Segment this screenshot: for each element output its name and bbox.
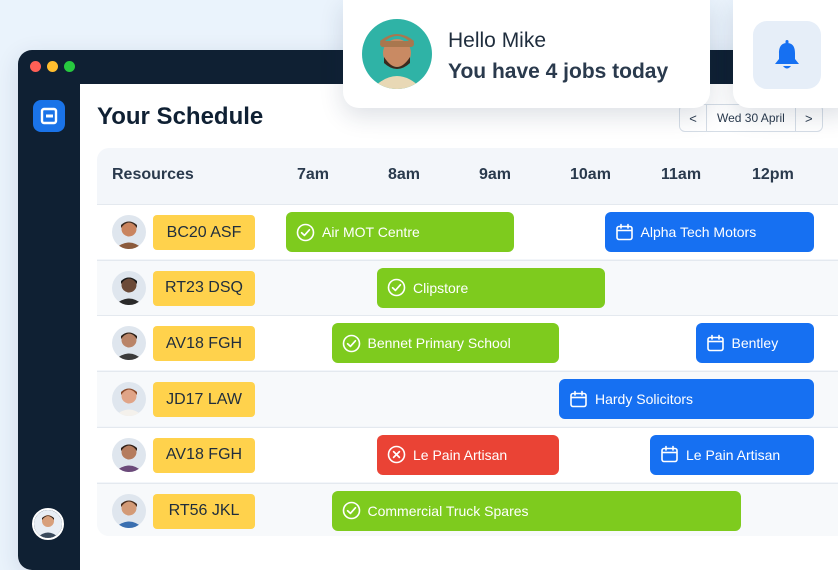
resource-avatar[interactable]: [112, 382, 146, 417]
job-block-completed[interactable]: Commercial Truck Spares: [331, 490, 741, 531]
schedule-row: BC20 ASF Air MOT Centre Alpha Tech Motors: [97, 204, 838, 259]
check-circle-icon: [342, 334, 361, 353]
notification-card[interactable]: Hello Mike You have 4 jobs today: [343, 0, 710, 108]
resource-avatar[interactable]: [112, 326, 146, 361]
notifications-card[interactable]: [733, 0, 838, 108]
job-block-scheduled[interactable]: Bentley: [695, 323, 814, 364]
job-label: Le Pain Artisan: [413, 446, 508, 463]
schedule-board: Resources 7am 8am 9am 10am 11am 12pm BC2…: [97, 148, 838, 536]
hour-label: 8am: [388, 166, 421, 183]
schedule-row: AV18 FGH Bennet Primary School Bentley: [97, 315, 838, 371]
check-circle-icon: [296, 223, 315, 242]
job-label: Hardy Solicitors: [595, 391, 694, 408]
hour-label: 12pm: [752, 166, 794, 183]
check-circle-icon: [387, 278, 406, 297]
vehicle-plate[interactable]: RT56 JKL: [153, 493, 255, 529]
job-label: Air MOT Centre: [322, 224, 420, 240]
vehicle-plate[interactable]: RT23 DSQ: [153, 270, 255, 306]
vehicle-plate[interactable]: BC20 ASF: [153, 215, 255, 250]
close-window-button[interactable]: [30, 61, 41, 72]
schedule-row: RT23 DSQ Clipstore: [97, 259, 838, 315]
job-block-completed[interactable]: Bennet Primary School: [331, 323, 559, 364]
hour-label: 9am: [479, 166, 512, 183]
check-circle-icon: [342, 501, 361, 520]
previous-day-button[interactable]: <: [680, 105, 706, 131]
page-title: Your Schedule: [97, 103, 264, 130]
job-label: Bentley: [731, 335, 779, 352]
calendar-icon: [569, 390, 588, 409]
job-label: Bennet Primary School: [367, 335, 511, 352]
job-block-completed[interactable]: Air MOT Centre: [286, 212, 514, 252]
schedule-row: JD17 LAW Hardy Solicitors: [97, 371, 838, 427]
schedule-row: RT56 JKL Commercial Truck Spares: [97, 482, 838, 536]
x-circle-icon: [387, 445, 406, 464]
sidebar: [18, 84, 80, 570]
greeting-text: Hello Mike: [448, 29, 547, 52]
hour-label: 10am: [570, 166, 611, 183]
resource-avatar[interactable]: [112, 215, 146, 249]
job-label: Alpha Tech Motors: [640, 224, 757, 240]
calendar-icon: [660, 445, 679, 464]
job-label: Clipstore: [413, 279, 469, 296]
maximize-window-button[interactable]: [64, 61, 75, 72]
hour-label: 11am: [661, 166, 702, 183]
next-day-button[interactable]: >: [796, 105, 822, 131]
calendar-icon: [706, 334, 725, 353]
job-label: Commercial Truck Spares: [367, 502, 529, 519]
job-block-scheduled[interactable]: Hardy Solicitors: [559, 379, 814, 420]
resource-avatar[interactable]: [112, 493, 146, 528]
job-block-scheduled[interactable]: Le Pain Artisan: [650, 434, 814, 475]
date-navigator: < Wed 30 April >: [679, 104, 823, 132]
job-block-completed[interactable]: Clipstore: [377, 267, 605, 308]
resource-avatar[interactable]: [112, 437, 146, 472]
resource-avatar[interactable]: [112, 270, 146, 305]
hour-label: 7am: [297, 166, 330, 183]
schedule-row: AV18 FGH Le Pain Artisan Le Pain Artisan: [97, 426, 838, 482]
vehicle-plate[interactable]: AV18 FGH: [153, 326, 255, 362]
app-logo-icon[interactable]: [33, 100, 65, 132]
job-block-scheduled[interactable]: Alpha Tech Motors: [604, 212, 814, 252]
app-window: Your Schedule < Wed 30 April > Resources…: [18, 50, 838, 570]
mike-avatar: [362, 19, 432, 89]
jobs-today-text: You have 4 jobs today: [448, 60, 669, 83]
schedule-header: Resources 7am 8am 9am 10am 11am 12pm: [97, 148, 838, 204]
vehicle-plate[interactable]: AV18 FGH: [153, 437, 255, 473]
bell-icon[interactable]: [753, 21, 821, 89]
minimize-window-button[interactable]: [47, 61, 58, 72]
user-avatar[interactable]: [32, 508, 64, 540]
job-block-cancelled[interactable]: Le Pain Artisan: [377, 434, 559, 475]
job-label: Le Pain Artisan: [686, 446, 781, 463]
vehicle-plate[interactable]: JD17 LAW: [153, 382, 255, 418]
resources-header: Resources: [112, 166, 194, 183]
calendar-icon: [615, 223, 634, 242]
date-label[interactable]: Wed 30 April: [706, 105, 796, 131]
